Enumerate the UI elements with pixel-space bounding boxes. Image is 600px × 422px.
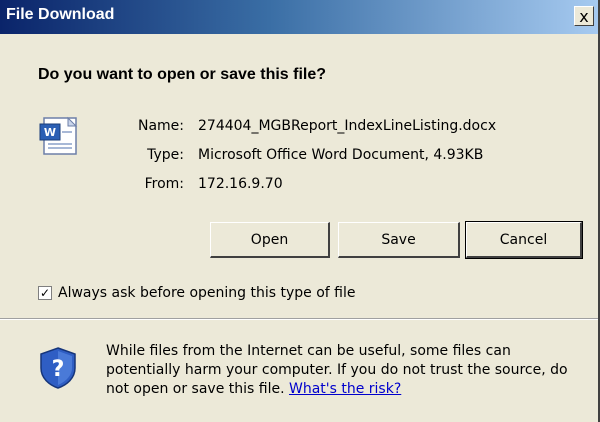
always-ask-checkbox[interactable]: ✓: [38, 286, 52, 300]
title-bar[interactable]: File Download x: [0, 0, 598, 34]
file-type-value: Microsoft Office Word Document, 4.93KB: [198, 147, 484, 163]
section-divider: [0, 318, 598, 320]
file-name-value: 274404_MGBReport_IndexLineListing.docx: [198, 118, 497, 134]
cancel-button[interactable]: Cancel: [465, 221, 583, 259]
from-label: From:: [144, 176, 184, 192]
whats-the-risk-link[interactable]: What's the risk?: [289, 381, 401, 397]
svg-text:?: ?: [52, 357, 65, 382]
save-button[interactable]: Save: [338, 222, 460, 258]
always-ask-label[interactable]: Always ask before opening this type of f…: [58, 285, 356, 301]
svg-text:W: W: [44, 126, 56, 139]
file-download-dialog: File Download x Do you want to open or s…: [0, 0, 600, 422]
question-shield-icon: ?: [40, 347, 76, 389]
word-document-icon: W: [39, 116, 78, 155]
window-title: File Download: [6, 6, 115, 23]
type-label: Type:: [147, 147, 184, 163]
security-warning: While files from the Internet can be use…: [106, 342, 584, 399]
prompt-question: Do you want to open or save this file?: [38, 66, 327, 83]
file-source-value: 172.16.9.70: [198, 176, 283, 192]
name-label: Name:: [137, 118, 184, 134]
open-button[interactable]: Open: [210, 222, 330, 258]
close-button[interactable]: x: [574, 6, 594, 26]
